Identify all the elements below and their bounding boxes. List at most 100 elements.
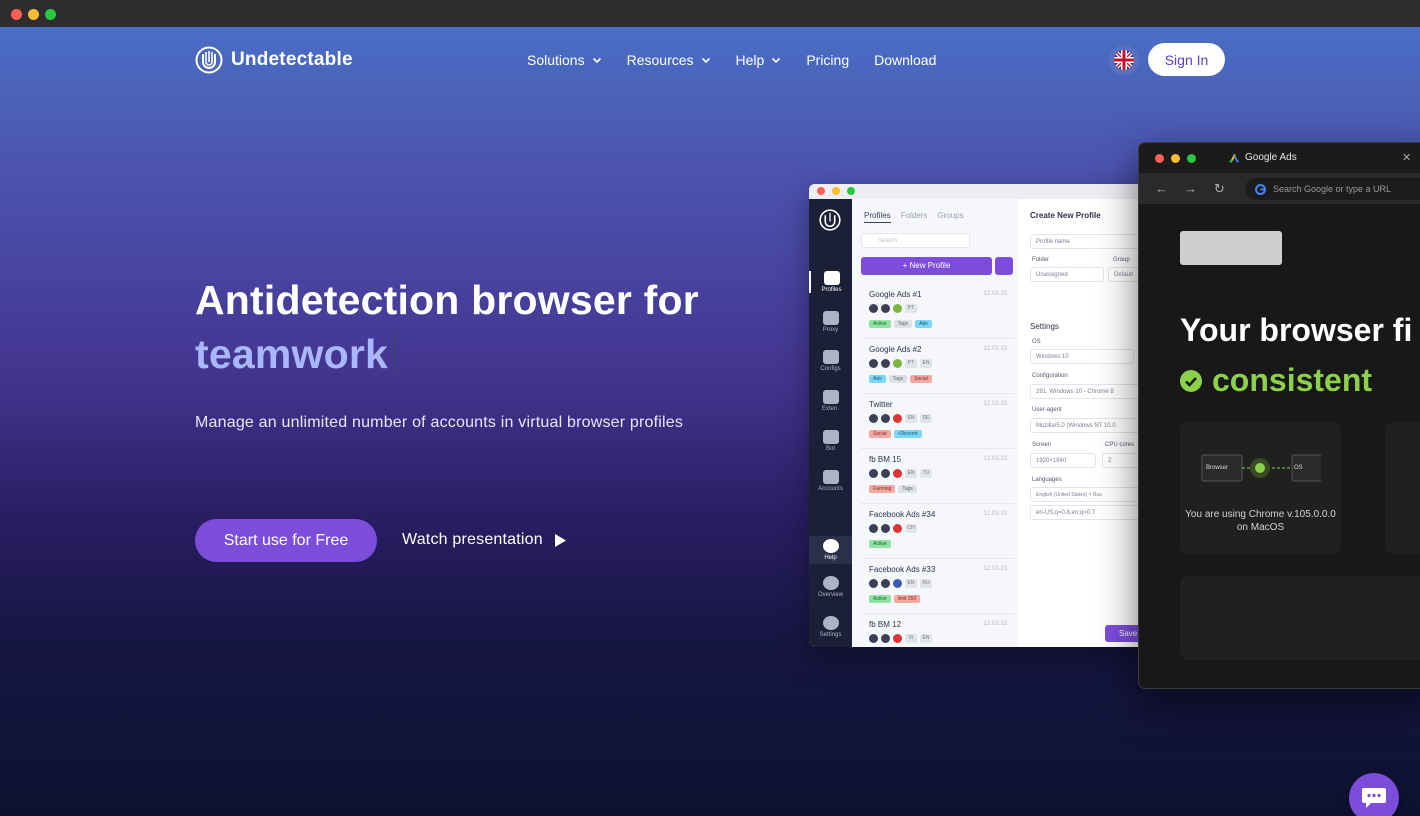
profile-name-input[interactable]: Profile name — [1030, 234, 1150, 249]
app-sidebar: Profiles Proxy Configs Exten. Bot Accoun… — [809, 199, 852, 647]
close-icon[interactable]: ✕ — [1402, 151, 1411, 164]
sidebar-item-label: Configs — [820, 366, 841, 372]
profile-name: Google Ads #2 — [869, 345, 922, 354]
list-item[interactable]: Facebook Ads #33 12.03.23 EN RU Active lim… — [861, 560, 1015, 614]
start-free-button[interactable]: Start use for Free — [195, 519, 377, 562]
tab-groups[interactable]: Groups — [937, 211, 963, 223]
language-selector[interactable] — [1109, 45, 1139, 75]
close-window-button[interactable] — [11, 9, 22, 20]
tag: limit 250 — [893, 595, 921, 603]
app-close-dot — [817, 187, 825, 195]
headline-accent: teamwork — [195, 331, 389, 377]
sidebar-item-label: Bot — [825, 446, 835, 452]
browser-content: Your browser fi consistent Browser OS Yo… — [1139, 204, 1420, 688]
sidebar-item-accounts[interactable]: Accounts — [809, 470, 852, 492]
lang-chip: EN — [920, 359, 932, 368]
accept-language-input[interactable]: en-US;q=0.8,en;q=0.7 — [1030, 505, 1150, 520]
chevron-down-icon — [772, 57, 781, 64]
lang-chip: DE — [920, 414, 932, 423]
maximize-window-button[interactable] — [45, 9, 56, 20]
sidebar-item-profiles[interactable]: Profiles — [809, 271, 852, 293]
reload-icon[interactable]: ↻ — [1214, 181, 1225, 197]
chevron-down-icon — [701, 57, 710, 64]
tag: Ads — [869, 375, 886, 383]
forward-arrow-icon[interactable]: → — [1184, 181, 1197, 196]
fingerprint-card-text: You are using Chrome v.105.0.0.0 on MacO… — [1185, 509, 1336, 533]
os-select[interactable]: Windows 10 — [1030, 349, 1134, 364]
help-icon — [822, 539, 839, 553]
nav-help[interactable]: Help — [736, 52, 782, 68]
list-item[interactable]: Twitter 12.03.23 EN DE Social +Discord — [861, 395, 1015, 449]
nav-pricing[interactable]: Pricing — [806, 52, 849, 68]
configuration-select[interactable]: 291: Windows 10 - Chrome 8 — [1030, 384, 1150, 399]
browser-maximize-dot — [1187, 154, 1196, 163]
nav-resources[interactable]: Resources — [627, 52, 711, 68]
tag: Farming — [869, 485, 896, 493]
hero-section: Undetectable Solutions Resources Help Pr… — [0, 27, 1420, 816]
profile-tags: Farming Tags — [869, 485, 917, 493]
headline-line-2: teamwork — [195, 327, 699, 381]
sidebar-item-bot[interactable]: Bot — [809, 430, 852, 452]
profile-fingerprint-row: VI EN — [869, 634, 932, 643]
tag: Active — [869, 595, 891, 603]
lang-chip: EN — [920, 634, 932, 643]
nav-download[interactable]: Download — [874, 52, 936, 68]
lang-chip: EN — [905, 414, 917, 423]
sidebar-item-help[interactable]: Help — [809, 536, 852, 564]
sidebar-item-extensions[interactable]: Exten. — [809, 390, 852, 412]
minimize-window-button[interactable] — [28, 9, 39, 20]
sign-in-button[interactable]: Sign In — [1148, 43, 1225, 76]
list-item[interactable]: fb BM 12 12.03.23 VI EN — [861, 615, 1015, 647]
main-nav: Solutions Resources Help Pricing Downloa… — [527, 52, 961, 68]
browser-url-input[interactable]: Search Google or type a URL — [1245, 178, 1420, 200]
list-item[interactable]: Google Ads #2 12.03.23 PT EN Ads Tags Socia… — [861, 340, 1015, 394]
browser-mockup: Google Ads ✕ ← → ↻ Search Google or type… — [1138, 142, 1420, 689]
consistent-label: consistent — [1212, 362, 1373, 398]
browser-tab[interactable]: Google Ads — [1229, 152, 1297, 163]
language-chip: English (United States) — [1036, 492, 1088, 498]
sidebar-item-label: Accounts — [818, 486, 843, 492]
watch-presentation-link[interactable]: Watch presentation — [402, 531, 566, 549]
new-profile-button[interactable]: + New Profile — [861, 257, 992, 275]
sidebar-item-settings[interactable]: Settings — [809, 616, 852, 638]
profiles-search-input[interactable]: Search — [861, 233, 970, 248]
browser-addressbar: ← → ↻ Search Google or type a URL — [1139, 173, 1420, 204]
sidebar-item-label: Profiles — [821, 287, 842, 293]
back-arrow-icon[interactable]: ← — [1155, 181, 1168, 196]
sidebar-item-label: Help — [824, 555, 837, 561]
sidebar-item-overview[interactable]: Overview — [809, 576, 852, 598]
cpu-label: CPU cores — [1105, 442, 1135, 448]
tag: Active — [869, 320, 891, 328]
sidebar-item-proxy[interactable]: Proxy — [809, 311, 852, 333]
cpu-select[interactable]: 2 — [1102, 453, 1142, 468]
lang-chip: EN — [905, 469, 917, 478]
languages-input[interactable]: English (United States) × Rus — [1030, 487, 1150, 502]
nav-solutions[interactable]: Solutions — [527, 52, 602, 68]
list-item[interactable]: Facebook Ads #34 12.03.23 CH Active — [861, 505, 1015, 559]
undetectable-logo-icon — [819, 209, 841, 231]
puzzle-icon — [822, 390, 839, 404]
key-icon — [822, 470, 839, 484]
import-profile-button[interactable] — [995, 257, 1013, 275]
lang-chip: CH — [905, 524, 917, 533]
profile-tags: Active Tags Ads — [869, 320, 932, 328]
profile-fingerprint-row: EN TU — [869, 469, 932, 478]
folder-select[interactable]: Unassigned — [1030, 267, 1104, 282]
tag: Social — [910, 375, 932, 383]
profile-name: fb BM 15 — [869, 455, 902, 464]
tab-folders[interactable]: Folders — [901, 211, 928, 223]
chat-button[interactable] — [1349, 773, 1399, 816]
tag: +Discord — [893, 430, 922, 438]
lang-chip: PT — [905, 359, 917, 368]
list-item[interactable]: fb BM 15 12.03.23 EN TU Farming Tags — [861, 450, 1015, 504]
brand-logo[interactable]: Undetectable — [195, 46, 353, 74]
headline-line-1: Antidetection browser for — [195, 277, 699, 323]
screen-label: Screen — [1032, 442, 1052, 448]
useragent-input[interactable]: Mozilla/5.0 (Windows NT 10.0 — [1030, 418, 1150, 433]
profile-fingerprint-row: CH — [869, 524, 917, 533]
folder-label: Folder — [1032, 257, 1050, 263]
list-item[interactable]: Google Ads #1 12.03.23 PT Active Tags Ads — [861, 285, 1015, 339]
sidebar-item-configs[interactable]: Configs — [809, 350, 852, 372]
screen-select[interactable]: 1920×1840 — [1030, 453, 1096, 468]
tab-profiles[interactable]: Profiles — [864, 211, 891, 223]
